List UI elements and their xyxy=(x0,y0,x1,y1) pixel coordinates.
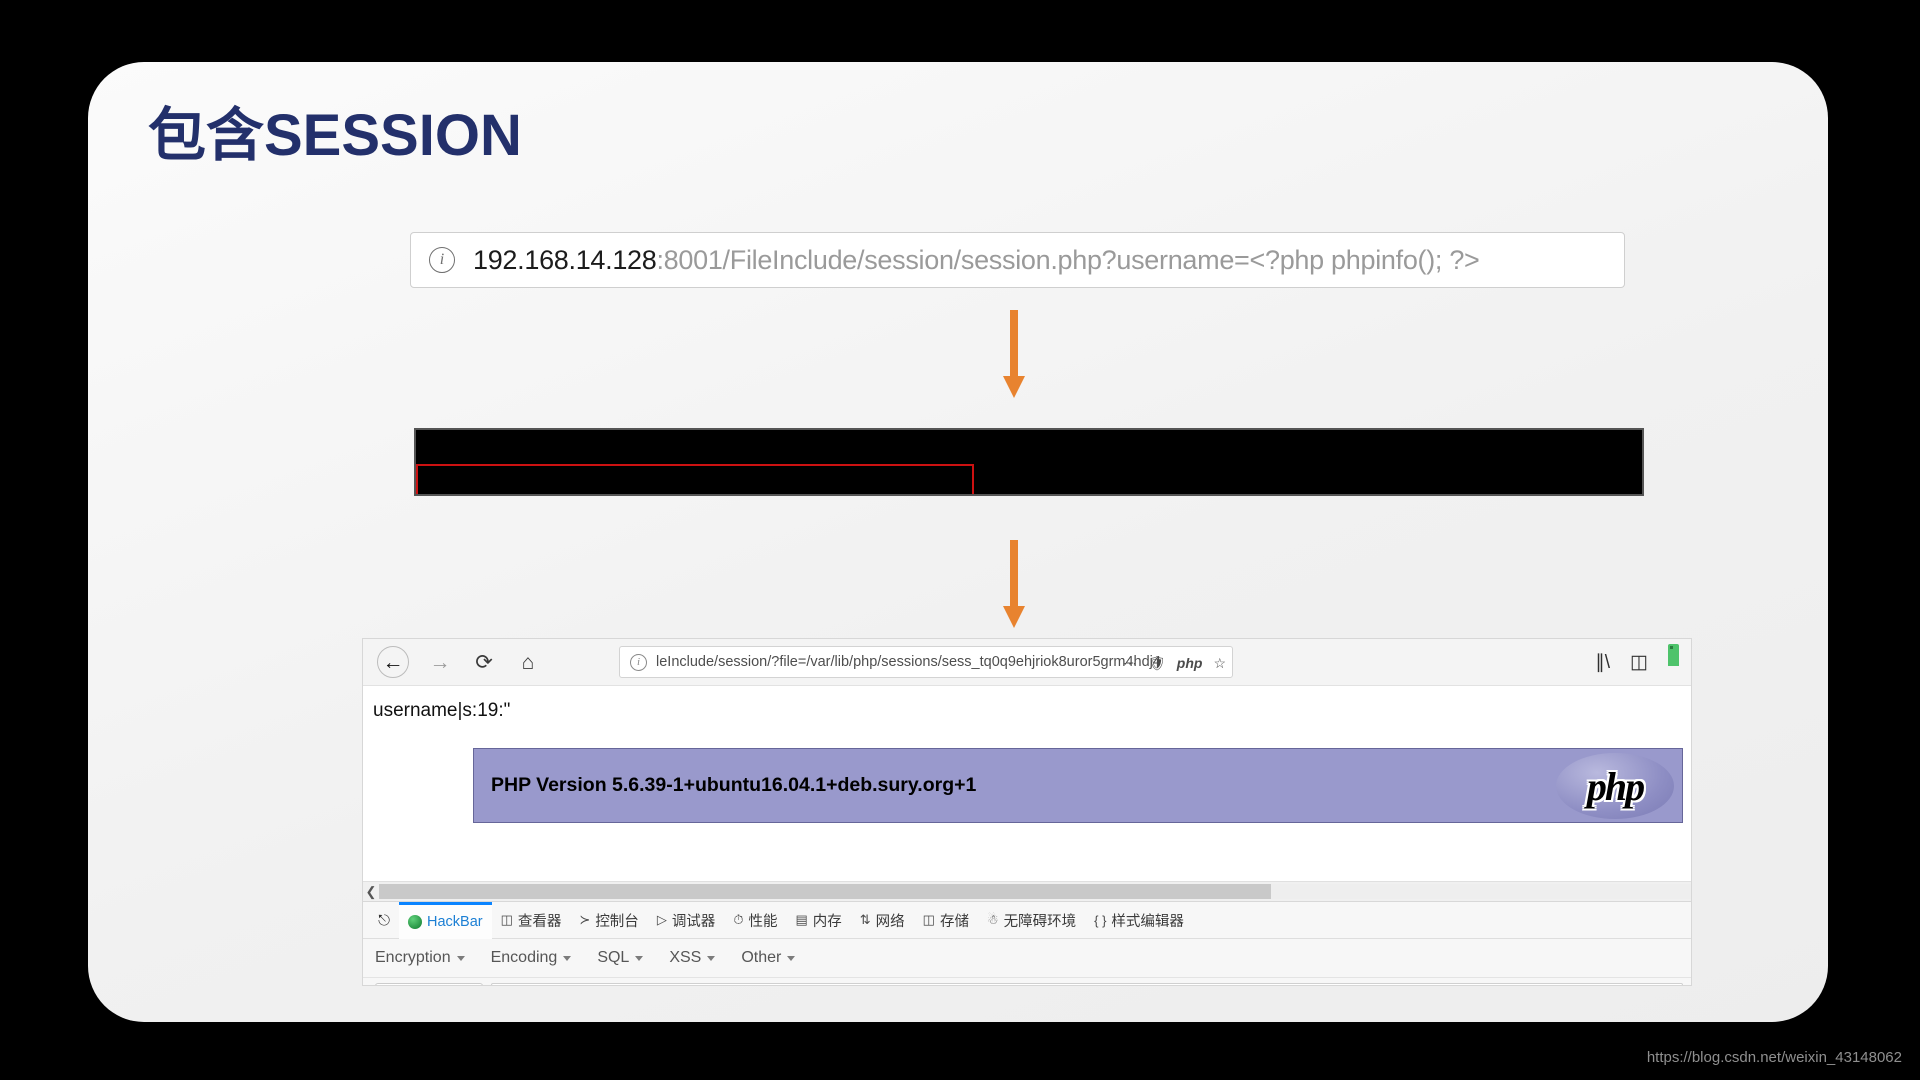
scrollbar-thumb[interactable] xyxy=(379,884,1272,899)
devtools-tab-bar: ⎋ HackBar ◫ 查看器 ≻ 控制台 ▷ 调试器 ⏱ 性能 ▤ 内存 ⇅ … xyxy=(363,901,1691,939)
star-icon[interactable]: ☆ xyxy=(1213,655,1226,672)
devtools-tab-label: HackBar xyxy=(427,913,483,930)
page-title: 包含SESSION xyxy=(148,103,522,168)
hackbar-menu-encoding[interactable]: Encoding xyxy=(491,949,572,967)
chevron-down-icon xyxy=(635,955,644,961)
inspector-icon: ◫ xyxy=(500,912,513,927)
hackbar-load-row: Load URL http://192.168.14.128:8001/File… xyxy=(363,978,1691,985)
hackbar-menu-encryption[interactable]: Encryption xyxy=(375,949,465,967)
hackbar-menu-row: Encryption Encoding SQL XSS Other xyxy=(363,939,1691,978)
flow-arrow-1 xyxy=(1003,310,1025,400)
devtools-tab-inspector[interactable]: ◫ 查看器 xyxy=(492,903,571,937)
page-body-text: username|s:19:" xyxy=(373,700,511,721)
devtools-tab-label: 样式编辑器 xyxy=(1111,913,1184,930)
info-circle-icon: i xyxy=(630,653,647,671)
top-url-text: 192.168.14.128:8001/FileInclude/session/… xyxy=(473,245,1480,276)
hackbar-menu-xss[interactable]: XSS xyxy=(669,949,716,967)
browser-page-content: username|s:19:" PHP Version 5.6.39-1+ubu… xyxy=(363,686,1691,881)
sidebar-icon[interactable]: ◫ xyxy=(1630,651,1648,674)
hackbar-menu-other[interactable]: Other xyxy=(741,949,796,967)
top-url-bar[interactable]: i 192.168.14.128:8001/FileInclude/sessio… xyxy=(410,232,1625,288)
hackbar-menu-label: Other xyxy=(741,949,782,966)
address-bar[interactable]: i leInclude/session/?file=/var/lib/php/s… xyxy=(619,646,1233,678)
browser-nav-row: ← → ⟳ ⌂ i leInclude/session/?file=/var/l… xyxy=(363,639,1691,686)
devtools-tab-accessibility[interactable]: ☃ 无障碍环境 xyxy=(978,903,1085,937)
load-url-button[interactable]: Load URL xyxy=(375,983,484,985)
console-icon: ≻ xyxy=(579,912,591,927)
watermark: https://blog.csdn.net/weixin_43148062 xyxy=(1646,1049,1902,1066)
performance-icon: ⏱ xyxy=(733,912,744,927)
info-circle-icon: i xyxy=(429,247,455,273)
phpinfo-banner: PHP Version 5.6.39-1+ubuntu16.04.1+deb.s… xyxy=(473,748,1683,823)
arrow-left-icon[interactable]: ← xyxy=(377,646,409,678)
chevron-down-icon xyxy=(456,955,465,961)
chevron-left-icon[interactable]: ❮ xyxy=(363,884,379,900)
address-bar-value: leInclude/session/?file=/var/lib/php/ses… xyxy=(656,654,1161,670)
php-version-text: PHP Version 5.6.39-1+ubuntu16.04.1+deb.s… xyxy=(491,774,977,796)
ellipsis-icon[interactable]: ⋯ xyxy=(1123,655,1137,672)
hackbar-menu-label: Encryption xyxy=(375,949,451,966)
php-logo-text: php xyxy=(1586,763,1645,809)
devtools-tab-label: 无障碍环境 xyxy=(1003,913,1077,930)
red-highlight-box xyxy=(416,464,974,494)
devtools-tab-label: 内存 xyxy=(812,913,842,930)
devtools-tab-storage[interactable]: ◫ 存储 xyxy=(914,903,978,937)
hackbar-menu-label: SQL xyxy=(597,949,630,966)
horizontal-scrollbar[interactable]: ❮ xyxy=(363,881,1691,901)
devtools-tab-label: 存储 xyxy=(939,913,969,930)
devtools-tab-label: 查看器 xyxy=(517,913,562,930)
scrollbar-track[interactable] xyxy=(379,884,1691,899)
library-icon[interactable]: ∥\ xyxy=(1595,651,1610,674)
chevron-down-icon xyxy=(787,955,796,961)
green-container-tab-icon[interactable] xyxy=(1668,644,1679,666)
hackbar-menu-label: Encoding xyxy=(490,949,558,966)
php-icon[interactable]: php xyxy=(1177,655,1203,671)
devtools-tab-label: 网络 xyxy=(875,913,905,930)
shield-check-icon[interactable]: 🛡 xyxy=(1148,655,1166,672)
browser-window: ← → ⟳ ⌂ i leInclude/session/?file=/var/l… xyxy=(362,638,1692,986)
devtools-tab-console[interactable]: ≻ 控制台 xyxy=(570,903,647,937)
home-icon[interactable]: ⌂ xyxy=(515,649,541,675)
php-logo-icon: php xyxy=(1556,753,1674,819)
devtools-tab-hackbar[interactable]: HackBar xyxy=(399,901,492,939)
devtools-tab-label: 调试器 xyxy=(671,913,716,930)
flow-arrow-2 xyxy=(1003,540,1025,630)
devtools-tab-label: 控制台 xyxy=(595,913,639,930)
network-icon: ⇅ xyxy=(859,912,871,927)
hackbar-menu-sql[interactable]: SQL xyxy=(597,949,644,967)
memory-icon: ▤ xyxy=(795,912,808,927)
devtools-tab-memory[interactable]: ▤ 内存 xyxy=(786,903,850,937)
top-url-host: 192.168.14.128 xyxy=(473,244,657,275)
devtools-tab-debugger[interactable]: ▷ 调试器 xyxy=(648,903,725,937)
devtools-tab-style-editor[interactable]: { } 样式编辑器 xyxy=(1085,903,1193,937)
chevron-down-icon xyxy=(563,955,572,961)
element-picker-icon[interactable]: ⎋ xyxy=(369,905,399,935)
devtools-tab-label: 性能 xyxy=(748,913,778,930)
top-url-path: :8001/FileInclude/session/session.php?us… xyxy=(656,244,1480,275)
terminal-block: root@76e71ce2d7e2:/var/lib/php/sessions#… xyxy=(414,428,1644,496)
hackbar-url-input[interactable]: http://192.168.14.128:8001/FileInclude/s… xyxy=(491,983,1683,985)
style-editor-icon: { } xyxy=(1094,912,1107,928)
chevron-down-icon xyxy=(707,955,716,961)
storage-icon: ◫ xyxy=(922,912,935,927)
hackbar-menu-label: XSS xyxy=(669,949,702,966)
hackbar-icon xyxy=(408,914,422,929)
devtools-tab-performance[interactable]: ⏱ 性能 xyxy=(724,903,786,937)
reload-icon[interactable]: ⟳ xyxy=(471,649,497,675)
arrow-right-icon[interactable]: → xyxy=(427,649,453,675)
debugger-icon: ▷ xyxy=(656,912,667,927)
accessibility-icon: ☃ xyxy=(986,912,999,927)
slide-root: 包含SESSION i 192.168.14.128:8001/FileIncl… xyxy=(0,0,1920,1080)
devtools-tab-network[interactable]: ⇅ 网络 xyxy=(851,903,914,937)
